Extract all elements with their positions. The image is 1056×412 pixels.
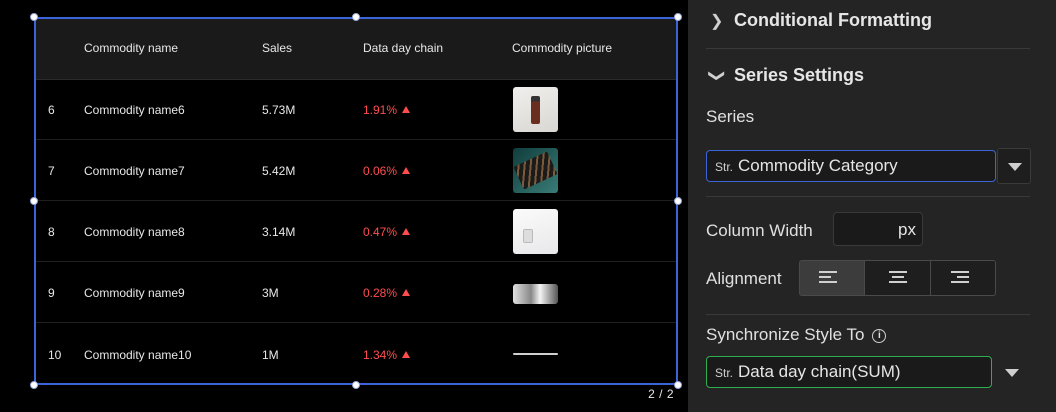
resize-handle-bottom[interactable] bbox=[352, 381, 360, 389]
commodity-image bbox=[513, 209, 558, 254]
row-index: 8 bbox=[48, 225, 55, 239]
sales-value: 5.42M bbox=[262, 164, 296, 178]
table-widget[interactable]: Commodity name Sales Data day chain Comm… bbox=[34, 17, 678, 385]
commodity-image bbox=[513, 353, 558, 355]
day-chain-text: 0.47% bbox=[363, 225, 398, 239]
series-settings-title: Series Settings bbox=[734, 65, 865, 85]
commodity-name: Commodity name10 bbox=[84, 348, 192, 362]
chevron-down-icon: ❯ bbox=[708, 69, 725, 83]
resize-handle-right[interactable] bbox=[674, 197, 682, 205]
conditional-formatting-title: Conditional Formatting bbox=[734, 10, 932, 30]
table-header: Commodity name Sales Data day chain Comm… bbox=[36, 19, 676, 80]
align-left-icon bbox=[819, 271, 837, 285]
day-chain-text: 0.28% bbox=[363, 286, 398, 300]
string-type-tag: Str. bbox=[715, 160, 734, 174]
page-indicator: 2 / 2 bbox=[648, 387, 674, 401]
series-dropdown-caret-icon[interactable] bbox=[997, 148, 1031, 184]
align-left-button[interactable] bbox=[799, 260, 866, 296]
commodity-image bbox=[513, 148, 558, 193]
sync-style-select-value: Data day chain(SUM) bbox=[738, 362, 901, 381]
align-right-button[interactable] bbox=[930, 260, 996, 296]
sync-style-select[interactable]: Str. Data day chain(SUM) bbox=[706, 356, 992, 388]
divider bbox=[706, 314, 1030, 315]
sync-dropdown-caret-icon[interactable] bbox=[994, 354, 1028, 390]
series-select[interactable]: Str. Commodity Category bbox=[706, 150, 996, 182]
arrow-up-icon bbox=[402, 228, 411, 235]
commodity-name: Commodity name7 bbox=[84, 164, 185, 178]
sales-value: 3M bbox=[262, 286, 279, 300]
string-type-tag: Str. bbox=[715, 366, 734, 380]
resize-handle-left[interactable] bbox=[30, 197, 38, 205]
table-row[interactable]: 7 Commodity name7 5.42M 0.06% bbox=[36, 140, 676, 201]
series-settings-header[interactable]: ❯ Series Settings bbox=[708, 65, 865, 86]
day-chain-value: 1.34% bbox=[363, 348, 411, 362]
row-index: 9 bbox=[48, 286, 55, 300]
sync-style-text: Synchronize Style To bbox=[706, 325, 865, 344]
column-width-label: Column Width bbox=[706, 221, 813, 240]
row-index: 10 bbox=[48, 348, 62, 362]
day-chain-value: 0.47% bbox=[363, 225, 411, 239]
commodity-name: Commodity name9 bbox=[84, 286, 185, 300]
day-chain-value: 0.06% bbox=[363, 164, 411, 178]
arrow-up-icon bbox=[402, 351, 411, 358]
arrow-up-icon bbox=[402, 167, 411, 174]
row-index: 7 bbox=[48, 164, 55, 178]
day-chain-text: 0.06% bbox=[363, 164, 398, 178]
divider bbox=[706, 48, 1030, 49]
commodity-image bbox=[513, 87, 558, 132]
sync-style-label: Synchronize Style To i bbox=[706, 325, 887, 345]
alignment-label: Alignment bbox=[706, 269, 782, 288]
divider bbox=[706, 196, 1030, 197]
align-center-button[interactable] bbox=[865, 260, 931, 296]
sales-value: 5.73M bbox=[262, 103, 296, 117]
series-label: Series bbox=[706, 107, 755, 126]
info-icon[interactable]: i bbox=[872, 329, 887, 343]
table-row[interactable]: 8 Commodity name8 3.14M 0.47% bbox=[36, 201, 676, 262]
commodity-name: Commodity name6 bbox=[84, 103, 185, 117]
column-header-data-day-chain[interactable]: Data day chain bbox=[363, 41, 443, 55]
series-select-value: Commodity Category bbox=[738, 156, 898, 175]
resize-handle-top-left[interactable] bbox=[30, 13, 38, 21]
column-width-unit: px bbox=[898, 220, 916, 239]
column-header-commodity-name[interactable]: Commodity name bbox=[84, 41, 178, 55]
commodity-name: Commodity name8 bbox=[84, 225, 185, 239]
commodity-image bbox=[513, 284, 558, 304]
day-chain-text: 1.91% bbox=[363, 103, 398, 117]
alignment-group bbox=[799, 260, 996, 296]
column-header-commodity-picture[interactable]: Commodity picture bbox=[512, 41, 612, 55]
align-center-icon bbox=[889, 271, 908, 285]
canvas: Commodity name Sales Data day chain Comm… bbox=[0, 0, 688, 412]
row-index: 6 bbox=[48, 103, 55, 117]
arrow-up-icon bbox=[402, 106, 411, 113]
table-row[interactable]: 6 Commodity name6 5.73M 1.91% bbox=[36, 79, 676, 140]
column-header-sales[interactable]: Sales bbox=[262, 41, 292, 55]
resize-handle-top-right[interactable] bbox=[674, 13, 682, 21]
day-chain-value: 1.91% bbox=[363, 103, 411, 117]
day-chain-text: 1.34% bbox=[363, 348, 398, 362]
align-right-icon bbox=[950, 271, 969, 285]
table-row[interactable]: 9 Commodity name9 3M 0.28% bbox=[36, 262, 676, 323]
chevron-right-icon: ❯ bbox=[710, 13, 724, 30]
sales-value: 3.14M bbox=[262, 225, 296, 239]
day-chain-value: 0.28% bbox=[363, 286, 411, 300]
settings-panel: ❯ Conditional Formatting ❯ Series Settings… bbox=[688, 0, 1056, 412]
table-row[interactable]: 10 Commodity name10 1M 1.34% bbox=[36, 323, 676, 383]
sales-value: 1M bbox=[262, 348, 279, 362]
conditional-formatting-header[interactable]: ❯ Conditional Formatting bbox=[710, 10, 932, 31]
resize-handle-bottom-right[interactable] bbox=[674, 381, 682, 389]
resize-handle-top[interactable] bbox=[352, 13, 360, 21]
arrow-up-icon bbox=[402, 289, 411, 296]
column-width-input[interactable]: px bbox=[833, 212, 923, 246]
resize-handle-bottom-left[interactable] bbox=[30, 381, 38, 389]
